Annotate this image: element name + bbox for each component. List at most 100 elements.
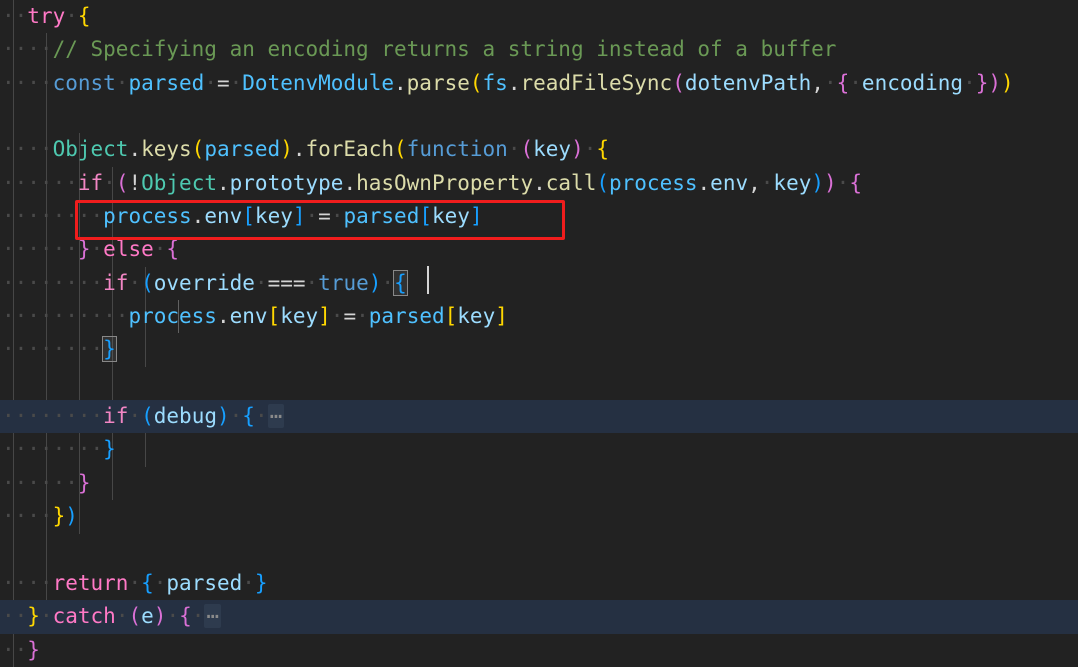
code-line[interactable]: ··········process.env[key]·=·parsed[key] — [0, 300, 1078, 333]
code-line[interactable]: ········if·(override·===·true)·{ — [0, 267, 1078, 300]
code-editor[interactable]: ··try·{····// Specifying an encoding ret… — [0, 0, 1078, 667]
code-token: key — [457, 304, 496, 329]
code-token: = — [343, 304, 357, 329]
code-line[interactable] — [0, 534, 1078, 567]
whitespace-indicator: ······ — [2, 470, 78, 495]
code-token: ) — [153, 604, 167, 629]
code-token: ⋯ — [267, 404, 285, 429]
whitespace-indicator: · — [166, 604, 180, 629]
code-line[interactable]: ········process.env[key]·=·parsed[key] — [0, 200, 1078, 233]
code-token: parsed — [368, 304, 445, 329]
code-line[interactable]: ········if·(debug)·{·⋯ — [0, 400, 1078, 434]
code-token: process — [103, 204, 192, 229]
code-token: { — [77, 4, 91, 28]
code-token: ⋯ — [204, 604, 222, 629]
whitespace-indicator: · — [305, 270, 319, 295]
code-line[interactable] — [0, 100, 1078, 133]
whitespace-indicator: ·· — [2, 637, 28, 662]
whitespace-indicator: ······ — [2, 237, 78, 262]
code-line[interactable]: ····return·{·parsed·} — [0, 567, 1078, 600]
whitespace-indicator: · — [242, 570, 255, 595]
whitespace-indicator: · — [229, 70, 243, 95]
code-token: } — [77, 237, 91, 262]
whitespace-indicator: ·· — [2, 604, 28, 629]
code-line[interactable]: ······if·(!Object.prototype.hasOwnProper… — [0, 167, 1078, 200]
code-token: if — [103, 404, 129, 429]
whitespace-indicator: · — [128, 570, 142, 595]
code-token: encoding — [861, 70, 964, 95]
code-token: { — [849, 170, 862, 195]
code-token: prototype — [229, 170, 344, 195]
code-line[interactable]: ····const·parsed·=·DotenvModule.parse(fs… — [0, 67, 1078, 100]
code-line[interactable]: ··}·catch·(e)·{·⋯ — [0, 600, 1078, 634]
code-token: key — [533, 137, 572, 162]
code-token: } — [254, 570, 268, 595]
code-token: env — [204, 204, 243, 229]
code-token: Object — [141, 170, 217, 195]
code-token: } — [27, 604, 40, 629]
code-token: keys — [141, 137, 192, 162]
whitespace-indicator: · — [115, 604, 129, 629]
code-line[interactable]: ······} — [0, 467, 1078, 500]
code-token: parsed — [204, 137, 281, 162]
code-token: { — [393, 269, 408, 296]
code-token: } — [975, 70, 989, 95]
whitespace-indicator: · — [849, 70, 862, 95]
code-token: readFileSync — [520, 70, 673, 95]
code-line[interactable]: ··try·{ — [0, 0, 1078, 33]
code-line[interactable] — [0, 367, 1078, 400]
code-token: . — [394, 70, 407, 95]
whitespace-indicator: ···· — [2, 70, 53, 95]
code-content[interactable]: ··try·{····// Specifying an encoding ret… — [0, 0, 1078, 667]
code-token: fs — [482, 70, 508, 95]
code-token: { — [242, 404, 255, 429]
code-token: . — [343, 170, 357, 195]
code-line[interactable]: ········} — [0, 433, 1078, 466]
code-token: ( — [191, 137, 205, 162]
code-token: ( — [469, 70, 483, 95]
code-token: ) — [824, 170, 837, 195]
code-token: . — [216, 170, 230, 195]
whitespace-indicator: · — [330, 204, 344, 229]
whitespace-indicator: · — [39, 604, 53, 629]
code-token: } — [52, 504, 66, 529]
code-token: key — [254, 204, 293, 229]
code-token: ) — [65, 504, 78, 529]
whitespace-indicator: ······ — [2, 170, 78, 195]
code-line[interactable]: ····// Specifying an encoding returns a … — [0, 33, 1078, 66]
code-token: , — [748, 170, 761, 195]
code-line[interactable]: ········} — [0, 333, 1078, 366]
code-token: ) — [280, 137, 293, 162]
code-token: } — [103, 437, 116, 462]
code-line[interactable]: ····}) — [0, 500, 1078, 533]
code-token: ( — [141, 404, 154, 429]
code-token: ) — [811, 170, 825, 195]
code-token: if — [103, 270, 129, 295]
code-token: ( — [394, 137, 407, 162]
code-token: process — [609, 170, 698, 195]
whitespace-indicator: · — [204, 70, 217, 95]
code-token: [ — [242, 204, 255, 229]
code-token: { — [141, 570, 154, 595]
code-line[interactable]: ······}·else·{ — [0, 233, 1078, 266]
code-token: // Specifying an encoding returns a stri… — [52, 37, 837, 62]
code-token: , — [811, 70, 824, 95]
code-token: { — [596, 137, 610, 162]
code-token: true — [318, 270, 369, 295]
code-line[interactable]: ····Object.keys(parsed).forEach(function… — [0, 133, 1078, 166]
code-token: process — [128, 304, 217, 329]
code-token: = — [318, 204, 331, 229]
whitespace-indicator: · — [128, 404, 142, 429]
whitespace-indicator: · — [103, 170, 116, 195]
code-token: ) — [216, 404, 230, 429]
text-caret — [427, 266, 429, 294]
code-token: e — [141, 604, 154, 629]
whitespace-indicator: · — [128, 270, 142, 295]
code-token: . — [216, 304, 230, 329]
whitespace-indicator: ········ — [2, 337, 104, 362]
code-line[interactable]: ··} — [0, 634, 1078, 667]
whitespace-indicator: · — [823, 70, 837, 95]
whitespace-indicator: · — [191, 604, 205, 629]
code-token: function — [406, 137, 508, 162]
whitespace-indicator: ·· — [2, 4, 28, 28]
